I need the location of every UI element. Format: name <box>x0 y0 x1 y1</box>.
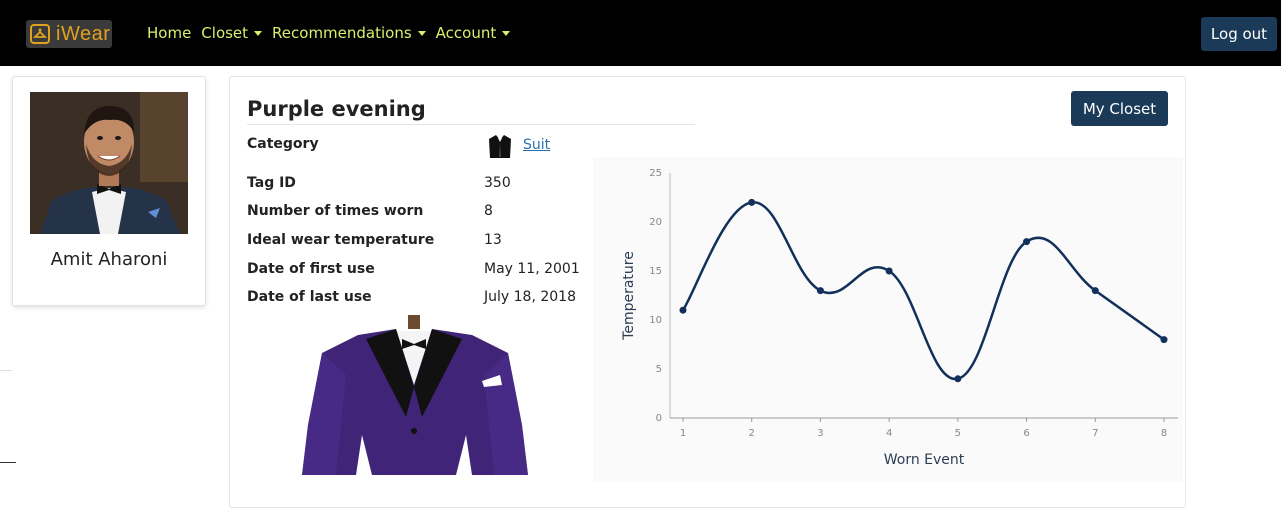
logout-button[interactable]: Log out <box>1201 17 1277 51</box>
nav-home-label: Home <box>147 24 192 42</box>
nav-recommendations-dropdown[interactable]: Recommendations <box>272 24 426 42</box>
x-tick-label: 3 <box>817 428 823 439</box>
page-edge-divider <box>0 370 12 371</box>
title-divider <box>247 124 695 125</box>
x-tick-label: 2 <box>749 428 755 439</box>
item-detail-card: Purple evening My Closet Category Suit T… <box>229 76 1186 508</box>
item-photo <box>246 315 582 475</box>
times-worn-label: Number of times worn <box>247 203 424 219</box>
y-tick-label: 0 <box>656 413 662 424</box>
y-tick-label: 5 <box>656 364 662 375</box>
data-point[interactable] <box>1160 336 1168 344</box>
data-point[interactable] <box>1091 287 1099 295</box>
x-tick-label: 5 <box>955 428 961 439</box>
y-tick-label: 25 <box>649 168 662 179</box>
caret-down-icon <box>417 30 426 36</box>
y-tick-label: 10 <box>649 315 662 326</box>
category-link[interactable]: Suit <box>523 137 550 153</box>
brand-name: iWear <box>56 22 111 45</box>
nav-home-link[interactable]: Home <box>147 24 191 42</box>
data-point[interactable] <box>885 267 893 275</box>
nav-links: Home Closet Recommendations Account <box>147 24 520 42</box>
tag-id-value: 350 <box>484 175 511 191</box>
my-closet-button[interactable]: My Closet <box>1071 91 1168 126</box>
data-point[interactable] <box>679 306 687 314</box>
category-label: Category <box>247 136 319 152</box>
y-tick-label: 15 <box>649 266 662 277</box>
hanger-logo-icon <box>30 24 50 44</box>
profile-photo <box>30 92 188 234</box>
caret-down-icon <box>254 30 263 36</box>
x-axis-label: Worn Event <box>884 452 965 468</box>
nav-recommendations-label: Recommendations <box>272 24 412 42</box>
data-point[interactable] <box>748 198 756 206</box>
first-use-label: Date of first use <box>247 261 375 277</box>
x-tick-label: 8 <box>1161 428 1167 439</box>
last-use-label: Date of last use <box>247 289 372 305</box>
page-edge-divider <box>0 462 16 463</box>
nav-account-label: Account <box>435 24 497 42</box>
suit-category-icon <box>489 135 511 158</box>
first-use-value: May 11, 2001 <box>484 261 580 277</box>
data-point[interactable] <box>1023 238 1031 246</box>
avatar <box>30 92 188 234</box>
data-point[interactable] <box>954 375 962 383</box>
x-tick-label: 7 <box>1092 428 1098 439</box>
data-point[interactable] <box>816 287 824 295</box>
caret-down-icon <box>502 30 511 36</box>
brand[interactable]: iWear <box>26 20 112 48</box>
nav-closet-dropdown[interactable]: Closet <box>201 24 263 42</box>
ideal-temp-label: Ideal wear temperature <box>247 232 435 248</box>
item-title: Purple evening <box>247 97 426 121</box>
y-tick-label: 20 <box>649 217 662 228</box>
profile-card: Amit Aharoni <box>12 76 206 306</box>
nav-account-dropdown[interactable]: Account <box>436 24 511 42</box>
tag-id-label: Tag ID <box>247 175 296 191</box>
x-tick-label: 1 <box>680 428 686 439</box>
nav-closet-label: Closet <box>201 24 249 42</box>
times-worn-value: 8 <box>484 203 493 219</box>
navbar: iWear Home Closet Recommendations Accoun… <box>0 0 1281 66</box>
temperature-line-chart: 0 5 10 15 20 25 1 2 3 4 5 6 7 8 Temperature Worn Eve… <box>593 157 1183 482</box>
ideal-temp-value: 13 <box>484 232 502 248</box>
last-use-value: July 18, 2018 <box>484 289 576 305</box>
x-tick-label: 4 <box>886 428 892 439</box>
brand-logo: iWear <box>26 20 112 48</box>
y-axis-label: Temperature <box>621 251 637 341</box>
profile-name: Amit Aharoni <box>50 249 168 270</box>
x-tick-label: 6 <box>1023 428 1029 439</box>
